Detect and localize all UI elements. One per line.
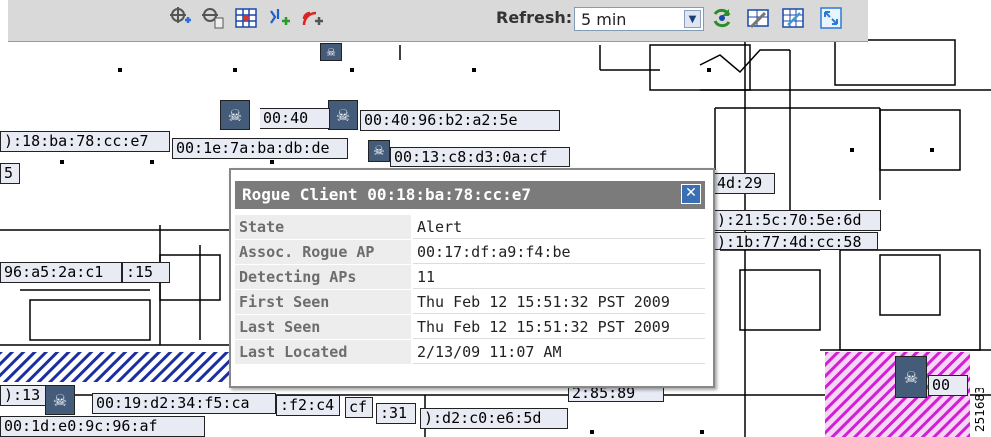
popup-row-last-located: Last Located 2/13/09 11:07 AM xyxy=(235,340,705,365)
row-label: First Seen xyxy=(235,290,411,314)
row-label: State xyxy=(235,215,411,239)
mac-tag[interactable]: ):13 xyxy=(0,385,46,406)
mac-tag[interactable]: 96:a5:2a:c1 xyxy=(0,262,122,283)
row-value: 2/13/09 11:07 AM xyxy=(413,340,705,364)
close-icon[interactable]: ✕ xyxy=(681,184,701,204)
rogue-client-icon[interactable]: ☠ xyxy=(320,43,342,61)
rogue-client-popup: Rogue Client 00:18:ba:78:cc:e7 ✕ State A… xyxy=(229,168,715,388)
rogue-client-icon[interactable]: ☠ xyxy=(220,100,250,130)
mac-tag[interactable]: 4d:29 xyxy=(713,173,775,194)
row-label: Last Seen xyxy=(235,315,411,339)
svg-text:251683: 251683 xyxy=(973,388,987,432)
row-value: Thu Feb 12 15:51:32 PST 2009 xyxy=(413,290,705,314)
mac-tag[interactable]: 00 xyxy=(928,375,968,396)
refresh-now-icon[interactable] xyxy=(709,5,735,31)
mac-tag[interactable]: ):21:5c:70:5e:6d xyxy=(713,210,881,231)
chevron-down-icon[interactable]: ▼ xyxy=(684,10,701,28)
add-rogue-icon[interactable] xyxy=(300,5,326,31)
rogue-client-icon[interactable]: ☠ xyxy=(895,356,927,398)
popup-row-assoc-rogue-ap: Assoc. Rogue AP 00:17:df:a9:f4:be xyxy=(235,240,705,265)
popup-row-first-seen: First Seen Thu Feb 12 15:51:32 PST 2009 xyxy=(235,290,705,315)
row-label: Assoc. Rogue AP xyxy=(235,240,411,264)
map-toolbar: Refresh: 5 min ▼ xyxy=(8,0,868,42)
mac-tag[interactable]: 00:19:d2:34:f5:ca xyxy=(92,393,276,414)
row-value: 11 xyxy=(413,265,705,289)
map-editor-icon[interactable] xyxy=(745,5,771,31)
mac-tag[interactable]: :f2:c4 xyxy=(276,395,340,416)
grid-icon[interactable] xyxy=(233,5,259,31)
refresh-interval-select[interactable]: 5 min ▼ xyxy=(574,7,704,31)
mac-tag[interactable]: :15 xyxy=(122,262,170,283)
fullscreen-icon[interactable] xyxy=(818,5,844,31)
popup-row-last-seen: Last Seen Thu Feb 12 15:51:32 PST 2009 xyxy=(235,315,705,340)
mac-tag[interactable]: 2:85:89 xyxy=(568,386,664,402)
mac-tag[interactable]: ):18:ba:78:cc:e7 xyxy=(0,131,170,152)
rogue-client-icon[interactable]: ☠ xyxy=(368,140,390,162)
rogue-client-icon[interactable]: ☠ xyxy=(328,100,358,130)
mac-tag[interactable]: 5 xyxy=(0,163,20,184)
row-value: Alert xyxy=(413,215,705,239)
figure-number: 251683 xyxy=(973,388,987,432)
add-ap-icon[interactable] xyxy=(168,5,194,31)
row-value: 00:17:df:a9:f4:be xyxy=(413,240,705,264)
refresh-interval-value: 5 min xyxy=(581,10,627,29)
reports-icon[interactable] xyxy=(780,5,806,31)
mac-tag[interactable]: :31 xyxy=(376,403,416,424)
mac-tag[interactable]: cf xyxy=(345,397,373,418)
mac-tag[interactable]: 00:40:96:b2:a2:5e xyxy=(360,110,560,131)
row-value: Thu Feb 12 15:51:32 PST 2009 xyxy=(413,315,705,339)
mac-tag[interactable]: 00:40 xyxy=(260,108,330,129)
mac-tag[interactable]: 00:13:c8:d3:0a:cf xyxy=(390,147,570,167)
popup-title: Rogue Client 00:18:ba:78:cc:e7 xyxy=(242,185,531,204)
mac-tag[interactable]: ):d2:c0:e6:5d xyxy=(420,408,568,429)
row-label: Last Located xyxy=(235,340,411,364)
popup-header: Rogue Client 00:18:ba:78:cc:e7 ✕ xyxy=(235,181,705,209)
popup-row-detecting-aps: Detecting APs 11 xyxy=(235,265,705,290)
add-client-icon[interactable] xyxy=(267,5,293,31)
add-device-icon[interactable] xyxy=(200,5,226,31)
row-label: Detecting APs xyxy=(235,265,411,289)
mac-tag[interactable]: 00:1d:e0:9c:96:af xyxy=(0,416,205,437)
mac-tag[interactable]: ):1b:77:4d:cc:58 xyxy=(713,232,878,250)
refresh-label: Refresh: xyxy=(496,8,573,27)
popup-row-state: State Alert xyxy=(235,215,705,240)
rogue-client-icon[interactable]: ☠ xyxy=(45,385,75,415)
mac-tag[interactable]: 00:1e:7a:ba:db:de xyxy=(172,138,348,159)
